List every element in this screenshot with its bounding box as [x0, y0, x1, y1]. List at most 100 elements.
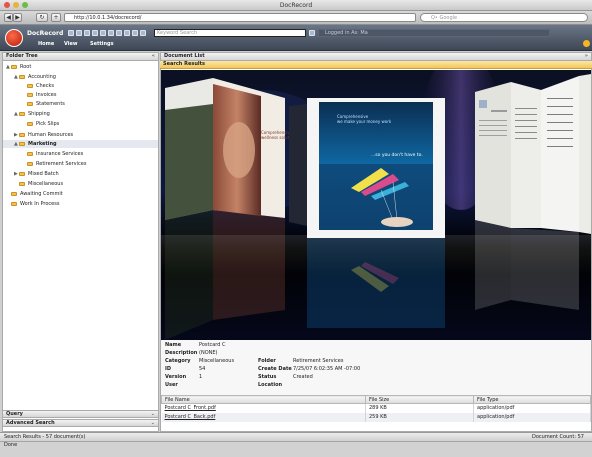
prop-folder: Folder — [258, 358, 276, 364]
prop-id: ID — [165, 366, 172, 372]
help-icon[interactable] — [583, 40, 590, 47]
prop-location: Location — [258, 382, 283, 388]
prop-status: Status — [258, 374, 277, 380]
file-table: File Name File Size File Type Postcard C… — [161, 395, 591, 422]
file-link[interactable]: Postcard C_Front.pdf — [165, 405, 216, 411]
flow-page-center-text-3: ...so you don't have to. — [371, 152, 423, 158]
file-size-cell: 289 KB — [365, 403, 474, 413]
prop-create-date-value: 7/25/07 6:02:35 AM -07:00 — [293, 366, 361, 372]
tree-node-statements[interactable]: Statements — [27, 100, 65, 108]
url-field[interactable]: http://10.0.1.34/docrecord/ — [64, 13, 416, 22]
user-icon — [309, 30, 315, 36]
folder-tree-title: Folder Tree — [6, 53, 38, 59]
flow-page-right-3[interactable] — [541, 76, 579, 232]
flow-page-mid-left[interactable] — [289, 104, 307, 226]
folder-icon — [27, 161, 33, 166]
app-name: DocRecord — [27, 30, 64, 37]
folder-icon — [19, 132, 25, 137]
cover-flow-pages[interactable]: Comprehensive wellness solutions Compreh… — [161, 70, 591, 340]
chevron-down-icon[interactable]: ⌄ — [151, 420, 155, 427]
file-type-cell: application/pdf — [473, 412, 591, 422]
folder-icon[interactable] — [84, 30, 90, 36]
prop-version-value: 1 — [199, 374, 203, 380]
tree-node-human-resources[interactable]: ▶ Human Resources — [14, 131, 73, 139]
forward-button[interactable]: ▶ — [13, 13, 22, 22]
tree-node-insurance-services[interactable]: Insurance Services — [27, 150, 83, 158]
menu-settings[interactable]: Settings — [90, 41, 114, 47]
scan-icon[interactable] — [68, 30, 74, 36]
document-properties: Name Postcard C Description (NONE) Categ… — [161, 340, 591, 396]
folder-icon — [19, 111, 25, 116]
menu-home[interactable]: Home — [38, 41, 54, 47]
print-icon[interactable] — [108, 30, 114, 36]
cover-flow-viewer[interactable]: Comprehensive wellness solutions Compreh… — [161, 70, 591, 340]
window-title: DocRecord — [279, 2, 313, 9]
chevron-down-icon[interactable]: ⌄ — [151, 411, 155, 418]
search-results-header: Search Results — [160, 61, 592, 69]
edit-icon[interactable] — [92, 30, 98, 36]
tree-node-root[interactable]: ▲ Root — [6, 63, 158, 71]
flow-page-far-right[interactable] — [579, 74, 591, 234]
keyword-search-input[interactable]: Keyword Search — [154, 29, 306, 37]
app-status-bar: Search Results - 57 document(s) Document… — [0, 432, 592, 441]
import-icon[interactable] — [76, 30, 82, 36]
tree-node-retirement-services[interactable]: Retirement Services — [27, 160, 86, 168]
prop-version: Version — [165, 374, 187, 380]
file-link[interactable]: Postcard C_Back.pdf — [165, 414, 216, 420]
browser-status-bar: Done — [0, 441, 592, 457]
folder-icon — [19, 141, 25, 146]
folder-tree-panel: Folder Tree « ▲ Root ▲ Accounting Checks I… — [2, 52, 159, 432]
query-panel-header[interactable]: Query ⌄ — [3, 410, 158, 418]
file-name-cell[interactable]: Postcard C_Back.pdf — [161, 412, 366, 422]
tree-node-miscellaneous[interactable]: Miscellaneous — [19, 180, 63, 188]
file-size-cell: 259 KB — [365, 412, 474, 422]
file-table-header: File Name File Size File Type — [161, 395, 591, 404]
column-file-type[interactable]: File Type — [473, 395, 591, 404]
tree-node-marketing[interactable]: ▲ Marketing — [3, 140, 158, 148]
prop-description-value: (NONE) — [199, 350, 218, 356]
folder-tree-header: Folder Tree « — [3, 53, 158, 61]
menu-view[interactable]: View — [64, 41, 78, 47]
tree-node-accounting[interactable]: ▲ Accounting — [14, 73, 56, 81]
table-row[interactable]: Postcard C_Back.pdf 259 KB application/p… — [161, 412, 591, 422]
folder-icon — [19, 171, 25, 176]
prop-user: User — [165, 382, 178, 388]
collapse-icon[interactable]: » — [585, 53, 588, 60]
delete-icon[interactable] — [124, 30, 130, 36]
folder-icon — [11, 64, 17, 69]
tree-node-work-in-process[interactable]: Work In Process — [11, 200, 59, 208]
search-results-title: Search Results — [163, 61, 205, 67]
collapse-icon[interactable]: « — [152, 53, 155, 60]
browser-search-field[interactable]: Q• Google — [420, 13, 588, 22]
star-icon[interactable] — [100, 30, 106, 36]
search-icon[interactable] — [140, 30, 146, 36]
add-bookmark-button[interactable]: + — [51, 13, 61, 22]
tree-node-mixed-batch[interactable]: ▶ Mixed Batch — [14, 170, 59, 178]
tree-node-checks[interactable]: Checks — [27, 82, 54, 90]
folder-icon — [27, 92, 33, 97]
status-results-count: Search Results - 57 document(s) — [4, 434, 86, 440]
tree-node-awaiting-commit[interactable]: Awaiting Commit — [11, 190, 63, 198]
folder-icon — [27, 121, 33, 126]
logged-in-user: Logged in As: Ma — [318, 29, 550, 37]
advanced-search-header[interactable]: Advanced Search ⌄ — [3, 419, 158, 427]
folder-icon — [27, 151, 33, 156]
folder-icon — [19, 181, 25, 186]
folder-icon — [27, 83, 33, 88]
prop-name: Name — [165, 342, 182, 348]
status-document-count: Document Count: 57 — [532, 434, 584, 440]
refresh-icon[interactable] — [132, 30, 138, 36]
back-button[interactable]: ◀ — [4, 13, 13, 22]
reload-button[interactable]: ↻ — [36, 13, 48, 22]
docrecord-logo — [5, 29, 23, 47]
tree-node-shipping[interactable]: ▲ Shipping — [14, 110, 50, 118]
column-file-size[interactable]: File Size — [365, 395, 474, 404]
table-row[interactable]: Postcard C_Front.pdf 289 KB application/… — [161, 403, 591, 413]
folder-icon — [11, 201, 17, 206]
file-name-cell[interactable]: Postcard C_Front.pdf — [161, 403, 366, 413]
tree-node-pick-slips[interactable]: Pick Slips — [27, 120, 59, 128]
tree-node-invoices[interactable]: Invoices — [27, 91, 56, 99]
column-file-name[interactable]: File Name — [161, 395, 366, 404]
email-icon[interactable] — [116, 30, 122, 36]
flow-page-right-2[interactable] — [511, 82, 541, 228]
